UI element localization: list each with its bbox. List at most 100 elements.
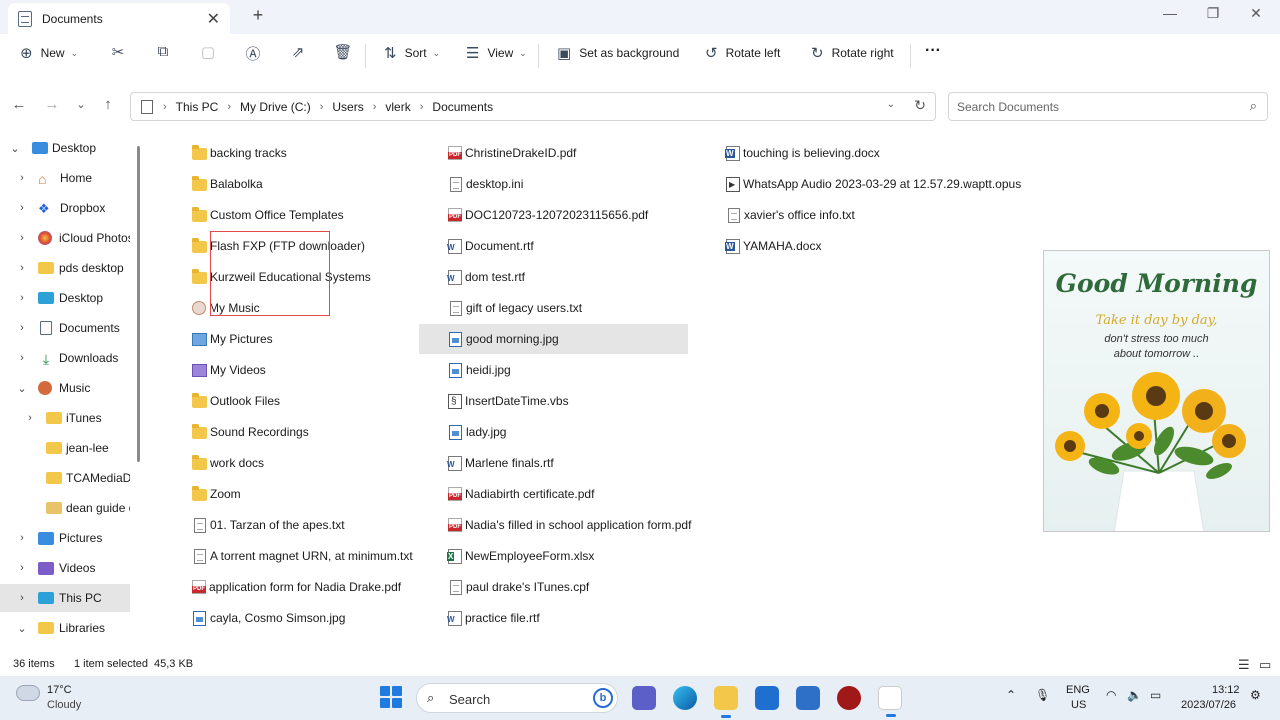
rename-icon[interactable]: Ⓐ bbox=[242, 43, 264, 65]
refresh-icon[interactable]: ↻ bbox=[914, 97, 926, 114]
breadcrumb-user[interactable]: vlerk bbox=[385, 100, 410, 114]
file-item[interactable]: DOC120723-12072023115656.pdf bbox=[448, 201, 648, 229]
clock-time[interactable]: 13:12 bbox=[1212, 684, 1240, 696]
battery-icon[interactable]: ▭ bbox=[1150, 688, 1161, 702]
file-item[interactable]: Custom Office Templates bbox=[192, 201, 344, 229]
show-hidden-icons-chevron-icon[interactable]: ⌃ bbox=[1006, 688, 1016, 702]
sidebar-item-videos[interactable]: › Videos bbox=[0, 554, 130, 582]
breadcrumb-documents[interactable]: Documents bbox=[432, 100, 493, 114]
file-item[interactable]: xavier's office info.txt bbox=[726, 201, 855, 229]
store-icon[interactable] bbox=[796, 686, 820, 710]
file-item[interactable]: NewEmployeeForm.xlsx bbox=[447, 542, 594, 570]
paste-icon[interactable]: ▢ bbox=[197, 43, 219, 65]
copy-icon[interactable]: ⧉ bbox=[152, 43, 174, 65]
sidebar-item-music[interactable]: ⌄ Music bbox=[0, 374, 130, 402]
address-dropdown-icon[interactable]: ⌄ bbox=[887, 99, 895, 110]
recent-locations-chevron-icon[interactable]: ⌄ bbox=[71, 98, 91, 111]
sidebar-item-tcamediado[interactable]: TCAMediaDo bbox=[0, 464, 130, 492]
file-item[interactable]: Nadia's filled in school application for… bbox=[448, 511, 691, 539]
set-as-background-button[interactable]: ▣ Set as background bbox=[557, 44, 679, 62]
file-item[interactable]: cayla, Cosmo Simson.jpg bbox=[192, 604, 345, 632]
sidebar-item-jean-lee[interactable]: jean-lee bbox=[0, 434, 130, 462]
more-options-button[interactable]: ··· bbox=[925, 42, 941, 60]
notification-icon[interactable]: ⚙ bbox=[1250, 688, 1261, 702]
file-item[interactable]: work docs bbox=[192, 449, 264, 477]
sidebar-item-libraries[interactable]: ⌄ Libraries bbox=[0, 614, 130, 642]
sidebar-item-desktop[interactable]: › Desktop bbox=[0, 284, 130, 312]
sidebar-item-documents[interactable]: › Documents bbox=[0, 314, 130, 342]
restore-button[interactable]: ❐ bbox=[1203, 5, 1223, 22]
file-item[interactable]: Sound Recordings bbox=[192, 418, 309, 446]
file-item[interactable]: Document.rtf bbox=[447, 232, 534, 260]
language-indicator[interactable]: ENG bbox=[1066, 684, 1090, 696]
bing-icon[interactable]: b bbox=[593, 688, 613, 708]
weather-temperature[interactable]: 17°C bbox=[47, 684, 72, 696]
microphone-icon[interactable]: 🎙 bbox=[1035, 688, 1050, 702]
file-item[interactable]: gift of legacy users.txt bbox=[448, 294, 582, 322]
edge-icon[interactable] bbox=[673, 686, 697, 710]
file-item[interactable]: 01. Tarzan of the apes.txt bbox=[192, 511, 345, 539]
address-bar[interactable]: › This PC › My Drive (C:) › Users › vler… bbox=[130, 92, 936, 121]
file-item[interactable]: practice file.rtf bbox=[447, 604, 540, 632]
file-item[interactable]: Zoom bbox=[192, 480, 241, 508]
cloud-weather-icon[interactable] bbox=[16, 685, 40, 701]
tab-documents[interactable]: Documents ✕ bbox=[8, 3, 230, 34]
file-item[interactable]: lady.jpg bbox=[448, 418, 506, 446]
breadcrumb-this-pc[interactable]: This PC bbox=[176, 100, 219, 114]
sidebar-item-downloads[interactable]: › ⤓ Downloads bbox=[0, 344, 130, 372]
notes-app-icon[interactable] bbox=[878, 686, 902, 717]
volume-icon[interactable]: 🔈 bbox=[1127, 688, 1142, 702]
file-explorer-icon[interactable] bbox=[714, 686, 738, 718]
start-button-icon[interactable] bbox=[380, 686, 402, 708]
file-item[interactable]: Outlook Files bbox=[192, 387, 280, 415]
share-icon[interactable]: ⇗ bbox=[287, 43, 309, 65]
file-item[interactable]: heidi.jpg bbox=[448, 356, 511, 384]
back-arrow-icon[interactable]: ← bbox=[9, 96, 29, 113]
close-tab-icon[interactable]: ✕ bbox=[207, 9, 220, 29]
breadcrumb-drive[interactable]: My Drive (C:) bbox=[240, 100, 311, 114]
taskbar-search[interactable]: ⌕ Search b bbox=[416, 683, 618, 713]
sidebar-item-pds-desktop[interactable]: › pds desktop bbox=[0, 254, 130, 282]
sidebar-item-desktop-root[interactable]: ⌄ Desktop bbox=[0, 134, 130, 162]
file-item[interactable]: backing tracks bbox=[192, 139, 287, 167]
file-item[interactable]: ChristineDrakeID.pdf bbox=[448, 139, 576, 167]
sidebar-item-pictures[interactable]: › Pictures bbox=[0, 524, 130, 552]
close-window-button[interactable]: ✕ bbox=[1246, 5, 1266, 22]
sidebar-item-home[interactable]: › ⌂ Home bbox=[0, 164, 130, 192]
file-item[interactable]: Nadiabirth certificate.pdf bbox=[448, 480, 594, 508]
sidebar-scrollbar[interactable] bbox=[137, 146, 140, 462]
up-arrow-icon[interactable]: ↑ bbox=[98, 96, 118, 113]
file-item[interactable]: paul drake's ITunes.cpf bbox=[448, 573, 589, 601]
sidebar-item-dropbox[interactable]: › ❖ Dropbox bbox=[0, 194, 130, 222]
sidebar-item-itunes[interactable]: › iTunes bbox=[0, 404, 130, 432]
forward-arrow-icon[interactable]: → bbox=[42, 96, 62, 113]
file-item[interactable]: desktop.ini bbox=[448, 170, 523, 198]
sidebar-item-this-pc[interactable]: › This PC bbox=[0, 584, 130, 612]
file-item[interactable]: InsertDateTime.vbs bbox=[448, 387, 569, 415]
file-item[interactable]: A torrent magnet URN, at minimum.txt bbox=[192, 542, 413, 570]
tiles-view-icon[interactable]: ▭ bbox=[1259, 657, 1271, 673]
file-item[interactable]: Balabolka bbox=[192, 170, 263, 198]
new-button[interactable]: ⊕ New ⌄ bbox=[20, 44, 78, 62]
file-item[interactable]: YAMAHA.docx bbox=[725, 232, 821, 260]
new-tab-button[interactable]: + bbox=[248, 5, 268, 26]
file-item[interactable]: dom test.rtf bbox=[447, 263, 525, 291]
breadcrumb-users[interactable]: Users bbox=[332, 100, 363, 114]
sidebar-item-dean-guide[interactable]: dean guide d bbox=[0, 494, 130, 522]
rotate-right-button[interactable]: ↻ Rotate right bbox=[811, 44, 894, 62]
teams-icon[interactable] bbox=[632, 686, 656, 710]
cut-icon[interactable]: ✂ bbox=[107, 43, 129, 65]
mail-icon[interactable] bbox=[755, 686, 779, 710]
delete-icon[interactable]: 🗑 bbox=[332, 43, 354, 65]
file-item[interactable]: My Videos bbox=[192, 356, 266, 384]
file-item-selected[interactable]: good morning.jpg bbox=[419, 324, 688, 354]
search-input[interactable]: Search Documents ⌕ bbox=[948, 92, 1268, 121]
file-item[interactable]: application form for Nadia Drake.pdf bbox=[192, 573, 401, 601]
file-item[interactable]: My Pictures bbox=[192, 325, 273, 353]
rotate-left-button[interactable]: ↺ Rotate left bbox=[705, 44, 780, 62]
wifi-icon[interactable]: ◠ bbox=[1106, 688, 1116, 702]
app-icon[interactable] bbox=[837, 686, 861, 710]
file-item[interactable]: WhatsApp Audio 2023-03-29 at 12.57.29.wa… bbox=[726, 170, 1021, 198]
minimize-button[interactable]: — bbox=[1160, 5, 1180, 21]
details-view-icon[interactable]: ☰ bbox=[1238, 657, 1250, 673]
